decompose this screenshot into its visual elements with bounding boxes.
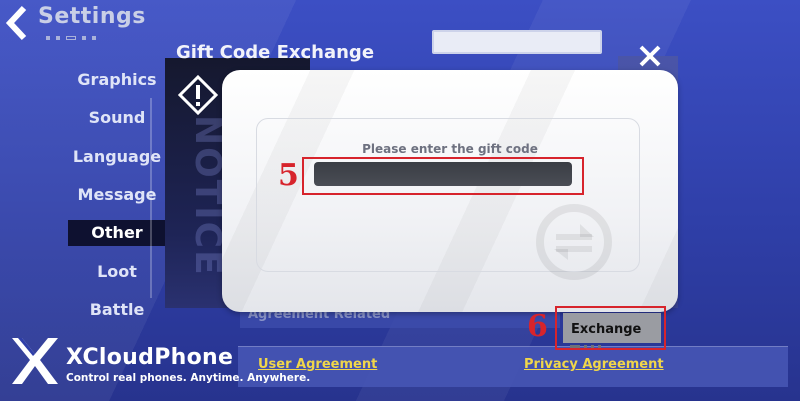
close-button[interactable] xyxy=(634,40,666,72)
chevron-left-icon xyxy=(5,5,27,41)
brand-name: XCloudPhone xyxy=(66,345,234,370)
close-icon xyxy=(639,45,661,67)
user-agreement-link[interactable]: User Agreement xyxy=(258,357,377,372)
dialog-title: Gift Code Exchange xyxy=(176,42,375,63)
xcloudphone-logo xyxy=(8,334,62,388)
sidebar-divider xyxy=(150,98,152,298)
sidebar-item-battle[interactable]: Battle xyxy=(68,297,166,323)
warning-icon xyxy=(177,74,219,116)
privacy-agreement-link[interactable]: Privacy Agreement xyxy=(524,357,664,372)
gift-code-label: Please enter the gift code xyxy=(362,142,538,156)
back-button[interactable] xyxy=(2,4,32,42)
page-title: Settings xyxy=(38,4,146,29)
sidebar-item-graphics[interactable]: Graphics xyxy=(68,67,166,93)
header-decoration xyxy=(46,34,108,42)
annotation-box-input xyxy=(302,157,584,195)
annotation-step-5: 5 xyxy=(278,158,299,193)
annotation-step-6: 6 xyxy=(527,309,548,344)
annotation-box-exchange xyxy=(555,306,666,350)
notice-watermark: NOTICE xyxy=(187,115,228,277)
brand-tagline: Control real phones. Anytime. Anywhere. xyxy=(66,372,311,384)
settings-field-top[interactable] xyxy=(432,30,602,54)
exchange-watermark-icon xyxy=(534,202,614,282)
